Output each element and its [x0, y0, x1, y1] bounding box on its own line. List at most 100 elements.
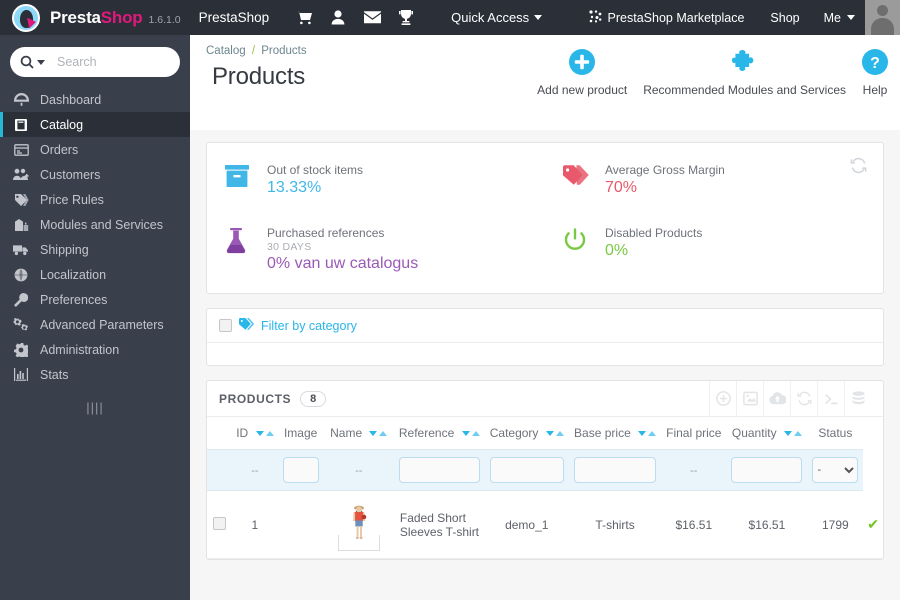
- kpi-out-of-stock-items[interactable]: Out of stock items 13.33%: [207, 157, 545, 219]
- filter-by-category-header[interactable]: Filter by category: [207, 309, 883, 343]
- filter-select-status[interactable]: -: [812, 457, 859, 483]
- search-input[interactable]: [55, 54, 165, 70]
- sidebar-item-catalog[interactable]: Catalog: [0, 112, 190, 137]
- envelope-icon[interactable]: [355, 0, 389, 35]
- help-button[interactable]: ? Help: [854, 47, 896, 97]
- col-reference[interactable]: Reference: [393, 417, 485, 450]
- database-tool-button[interactable]: [844, 381, 871, 417]
- row-reference: demo_1: [484, 490, 569, 559]
- filter-cell-quantity: [726, 449, 808, 491]
- sort-arrows-icon[interactable]: [461, 431, 480, 436]
- col-category[interactable]: Category: [484, 417, 569, 450]
- marketplace-icon: [588, 9, 602, 26]
- sidebar-item-localization[interactable]: Localization: [0, 262, 190, 287]
- shop-name-label[interactable]: PrestaShop: [199, 10, 270, 25]
- add-product-tool-button[interactable]: [709, 381, 736, 417]
- sort-arrows-icon[interactable]: [638, 431, 657, 436]
- search-box[interactable]: [10, 47, 180, 77]
- filter-cell-status: -: [807, 449, 864, 491]
- filter-input-name[interactable]: [398, 457, 480, 483]
- quick-access-menu[interactable]: Quick Access: [451, 10, 543, 25]
- marketplace-label: PrestaShop Marketplace: [607, 10, 745, 25]
- col-name[interactable]: Name: [323, 417, 394, 450]
- filter-cell-id: --: [232, 449, 278, 491]
- row-select-checkbox[interactable]: [213, 516, 227, 530]
- products-panel-tools: [709, 381, 871, 417]
- me-menu[interactable]: Me: [814, 11, 865, 25]
- sidebar-item-label: Catalog: [40, 117, 84, 132]
- col-status-label: Status: [818, 426, 853, 440]
- product-thumbnail[interactable]: [337, 499, 380, 551]
- row-status[interactable]: ✔: [863, 490, 883, 559]
- sql-terminal-tool-button[interactable]: [817, 381, 844, 417]
- products-panel: PRODUCTS 8 ID Image Name Reference Categ…: [206, 380, 884, 560]
- sidebar-item-label: Customers: [40, 167, 101, 182]
- recommended-modules-button[interactable]: Recommended Modules and Services: [635, 47, 854, 97]
- sidebar-item-shipping[interactable]: Shipping: [0, 237, 190, 262]
- row-image[interactable]: [323, 490, 394, 559]
- sidebar-item-dashboard[interactable]: Dashboard: [0, 87, 190, 112]
- kpi-value: 0%: [605, 242, 629, 259]
- sidebar-collapse-handle[interactable]: ||||: [0, 400, 190, 415]
- filter-cell-id-input: [277, 449, 324, 491]
- kpi-disabled-products[interactable]: Disabled Products 0%: [545, 220, 883, 282]
- col-final-price-label: Final price: [666, 426, 722, 440]
- add-new-product-button[interactable]: Add new product: [529, 47, 635, 97]
- filter-cell-base-price: --: [661, 449, 727, 491]
- filter-cell-select: [207, 449, 233, 491]
- table-row[interactable]: 1 Faded Short Sleeves T-shirt demo_1 T-s…: [207, 490, 883, 559]
- col-base-price[interactable]: Base price: [568, 417, 662, 450]
- kpi-label: Out of stock items: [267, 163, 364, 177]
- products-count-badge: 8: [300, 390, 327, 407]
- sidebar-item-customers[interactable]: Customers: [0, 162, 190, 187]
- prestashop-bird-icon: [12, 3, 40, 32]
- sidebar-item-advanced-parameters[interactable]: Advanced Parameters: [0, 312, 190, 337]
- row-name[interactable]: Faded Short Sleeves T-shirt: [393, 490, 485, 559]
- filter-input-category[interactable]: [573, 457, 657, 483]
- filter-by-category-label[interactable]: Filter by category: [261, 319, 357, 333]
- col-quantity[interactable]: Quantity: [726, 417, 808, 450]
- marketplace-link[interactable]: PrestaShop Marketplace: [577, 9, 757, 26]
- cart-icon[interactable]: [287, 0, 321, 35]
- row-category: T-shirts: [568, 490, 662, 559]
- trophy-icon[interactable]: [389, 0, 423, 35]
- filter-input-quantity[interactable]: [731, 457, 803, 483]
- brand-name[interactable]: PrestaShop: [50, 8, 143, 28]
- row-id: 1: [232, 490, 278, 559]
- kpi-sublabel: 30 DAYS: [267, 241, 312, 253]
- sidebar-search: [0, 35, 190, 87]
- recommended-modules-label: Recommended Modules and Services: [643, 83, 846, 97]
- sidebar-item-preferences[interactable]: Preferences: [0, 287, 190, 312]
- export-tool-button[interactable]: [736, 381, 763, 417]
- kpi-refresh-button[interactable]: [850, 157, 867, 179]
- products-header-row: ID Image Name Reference Category Base pr…: [207, 417, 883, 450]
- refresh-tool-button[interactable]: [790, 381, 817, 417]
- sort-arrows-icon[interactable]: [545, 431, 564, 436]
- search-icon[interactable]: [20, 55, 45, 69]
- sort-arrows-icon[interactable]: [255, 431, 274, 436]
- sidebar-item-stats[interactable]: Stats: [0, 362, 190, 387]
- breadcrumb-parent[interactable]: Catalog: [206, 45, 246, 57]
- prestashop-logo[interactable]: [6, 0, 46, 35]
- import-cloud-tool-button[interactable]: [763, 381, 790, 417]
- status-enabled-check-icon[interactable]: ✔: [867, 516, 879, 532]
- sidebar-item-modules-and-services[interactable]: Modules and Services: [0, 212, 190, 237]
- avatar[interactable]: [865, 0, 900, 35]
- sidebar-item-orders[interactable]: Orders: [0, 137, 190, 162]
- filter-input-id[interactable]: [282, 457, 319, 483]
- col-id[interactable]: ID: [232, 417, 278, 450]
- sort-arrows-icon[interactable]: [783, 431, 802, 436]
- sidebar-item-administration[interactable]: Administration: [0, 337, 190, 362]
- kpi-purchased-references[interactable]: Purchased references 30 DAYS 0% van uw c…: [207, 220, 545, 282]
- search-scope-chevron-down-icon[interactable]: [37, 59, 45, 65]
- col-status: Status: [807, 417, 864, 450]
- sidebar-item-price-rules[interactable]: Price Rules: [0, 187, 190, 212]
- sort-arrows-icon[interactable]: [369, 431, 388, 436]
- shop-link[interactable]: Shop: [756, 11, 813, 25]
- filter-category-checkbox[interactable]: [219, 319, 232, 332]
- box-icon: [225, 163, 253, 213]
- kpi-average-gross-margin[interactable]: Average Gross Margin 70%: [545, 157, 883, 219]
- filter-input-reference[interactable]: [489, 457, 564, 483]
- user-icon[interactable]: [321, 0, 355, 35]
- catalog-icon: [12, 118, 30, 132]
